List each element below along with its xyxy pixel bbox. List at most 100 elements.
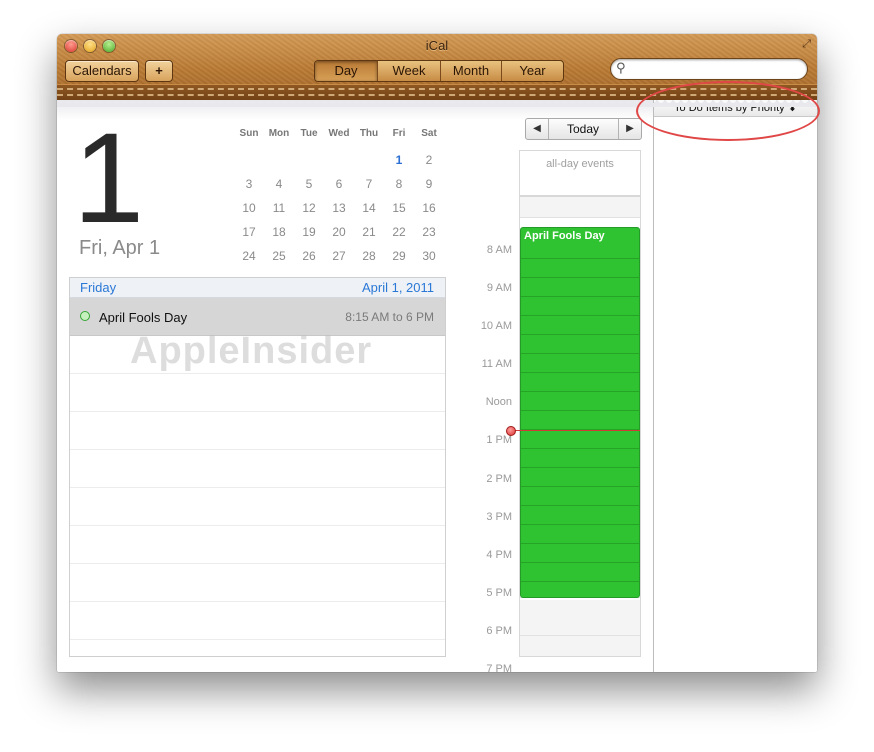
mini-calendar-day[interactable]: 8 bbox=[384, 172, 414, 196]
mini-calendar-day bbox=[234, 148, 264, 172]
calendar-color-dot-icon bbox=[80, 311, 90, 321]
view-switcher: Day Week Month Year bbox=[314, 60, 564, 82]
half-hour-line bbox=[521, 524, 639, 525]
mini-calendar-day[interactable]: 18 bbox=[264, 220, 294, 244]
mini-calendar-day[interactable]: 15 bbox=[384, 196, 414, 220]
hour-label: Noon bbox=[485, 396, 512, 408]
mini-calendar-day[interactable]: 21 bbox=[354, 220, 384, 244]
event-list-header: Friday April 1, 2011 bbox=[70, 278, 445, 298]
mini-calendar-day[interactable]: 1 bbox=[384, 148, 414, 172]
mini-calendar-day[interactable]: 14 bbox=[354, 196, 384, 220]
current-time-marker-icon bbox=[506, 426, 516, 436]
mini-calendar-day[interactable]: 10 bbox=[234, 196, 264, 220]
mini-calendar-day bbox=[324, 148, 354, 172]
previous-day-button[interactable]: ◀ bbox=[526, 119, 549, 139]
hour-label: 10 AM bbox=[480, 320, 512, 332]
search-field[interactable]: ⚲ bbox=[610, 58, 808, 80]
tab-day[interactable]: Day bbox=[315, 61, 377, 81]
hour-label: 5 PM bbox=[486, 587, 512, 599]
weekday-label: Tue bbox=[300, 128, 318, 139]
mini-calendar-day[interactable]: 17 bbox=[234, 220, 264, 244]
mini-calendar-day[interactable]: 27 bbox=[324, 244, 354, 268]
mini-calendar-day[interactable]: 7 bbox=[354, 172, 384, 196]
mini-calendar-day[interactable]: 22 bbox=[384, 220, 414, 244]
half-hour-line bbox=[521, 581, 639, 582]
mini-calendar-day[interactable]: 26 bbox=[294, 244, 324, 268]
mini-calendar-day[interactable]: 6 bbox=[324, 172, 354, 196]
mini-calendar-day[interactable]: 13 bbox=[324, 196, 354, 220]
tab-month[interactable]: Month bbox=[441, 61, 501, 81]
next-day-button[interactable]: ▶ bbox=[618, 119, 641, 139]
empty-row bbox=[70, 450, 445, 488]
mini-calendar-day[interactable]: 24 bbox=[234, 244, 264, 268]
search-input[interactable] bbox=[633, 61, 805, 77]
mini-calendar-day[interactable]: 9 bbox=[414, 172, 444, 196]
weekday-label: Thu bbox=[359, 128, 379, 139]
hour-label: 8 AM bbox=[486, 244, 512, 256]
tab-week[interactable]: Week bbox=[378, 61, 440, 81]
event-time: 8:15 AM to 6 PM bbox=[345, 310, 434, 324]
empty-row bbox=[70, 488, 445, 526]
mini-calendar-day[interactable]: 12 bbox=[294, 196, 324, 220]
mini-calendar-week: 3456789 bbox=[234, 172, 444, 196]
search-icon: ⚲ bbox=[616, 60, 626, 75]
half-hour-line bbox=[521, 372, 639, 373]
hour-label: 7 PM bbox=[486, 663, 512, 672]
mini-calendar-day[interactable]: 25 bbox=[264, 244, 294, 268]
mini-calendar-day[interactable]: 19 bbox=[294, 220, 324, 244]
half-hour-line bbox=[521, 391, 639, 392]
empty-row bbox=[70, 526, 445, 564]
mini-calendar-day[interactable]: 23 bbox=[414, 220, 444, 244]
all-day-events-area[interactable]: all-day events bbox=[519, 150, 641, 196]
half-hour-line bbox=[521, 448, 639, 449]
hour-label: 6 PM bbox=[486, 625, 512, 637]
tab-year[interactable]: Year bbox=[502, 61, 563, 81]
half-hour-line bbox=[521, 410, 639, 411]
mini-calendar-day[interactable]: 16 bbox=[414, 196, 444, 220]
half-hour-line bbox=[521, 277, 639, 278]
mini-calendar-day[interactable]: 20 bbox=[324, 220, 354, 244]
watermark: AppleInsider bbox=[130, 330, 373, 372]
hour-line bbox=[520, 217, 640, 218]
empty-row bbox=[70, 602, 445, 640]
weekday-label: Sat bbox=[421, 128, 437, 139]
add-calendar-button[interactable]: + bbox=[145, 60, 173, 82]
mini-calendar-day[interactable]: 30 bbox=[414, 244, 444, 268]
mini-calendar-day[interactable]: 5 bbox=[294, 172, 324, 196]
calendars-button[interactable]: Calendars bbox=[65, 60, 139, 82]
day-view: 1 Fri, Apr 1 Sun Mon Tue Wed Thu Fri Sat… bbox=[57, 100, 654, 672]
event-block[interactable]: April Fools Day bbox=[520, 227, 640, 598]
event-title: April Fools Day bbox=[99, 310, 188, 325]
window-title: iCal bbox=[425, 38, 449, 53]
hour-label: 4 PM bbox=[486, 549, 512, 561]
hour-label: 11 AM bbox=[481, 358, 512, 370]
mini-calendar-day bbox=[264, 148, 294, 172]
mini-calendar-weeks: 1 2 3 4 5 6 7 8 9 10 11 12 13 14 15 16 17 18 19 20 21 22 23 24 2… bbox=[234, 148, 444, 268]
half-hour-line bbox=[521, 353, 639, 354]
date-label: Fri, Apr 1 bbox=[79, 237, 161, 259]
empty-row bbox=[70, 374, 445, 412]
mini-calendar: Sun Mon Tue Wed Thu Fri Sat 1 2 3 4 5 6 7 8 9 10 1… bbox=[234, 128, 444, 268]
mini-calendar-day[interactable]: 3 bbox=[234, 172, 264, 196]
half-hour-line bbox=[521, 467, 639, 468]
mini-calendar-day[interactable]: 29 bbox=[384, 244, 414, 268]
half-hour-line bbox=[521, 296, 639, 297]
mini-calendar-week: 10 11 12 13 14 15 16 bbox=[234, 196, 444, 220]
half-hour-line bbox=[521, 334, 639, 335]
fullscreen-icon[interactable]: ⤢ bbox=[802, 38, 811, 51]
mini-calendar-day bbox=[354, 148, 384, 172]
date-navigator: ◀ Today ▶ bbox=[525, 118, 642, 140]
annotation-circle bbox=[636, 81, 820, 141]
empty-row bbox=[70, 564, 445, 602]
weekday-label: Mon bbox=[268, 128, 290, 139]
empty-row bbox=[70, 412, 445, 450]
mini-calendar-day[interactable]: 28 bbox=[354, 244, 384, 268]
mini-calendar-day[interactable]: 11 bbox=[264, 196, 294, 220]
current-time-line bbox=[512, 430, 640, 431]
all-day-label: all-day events bbox=[546, 158, 614, 170]
mini-calendar-week: 24 25 26 27 28 29 30 bbox=[234, 244, 444, 268]
mini-calendar-week: 17 18 19 20 21 22 23 bbox=[234, 220, 444, 244]
today-button[interactable]: Today bbox=[548, 119, 618, 139]
mini-calendar-day[interactable]: 2 bbox=[414, 148, 444, 172]
mini-calendar-day[interactable]: 4 bbox=[264, 172, 294, 196]
